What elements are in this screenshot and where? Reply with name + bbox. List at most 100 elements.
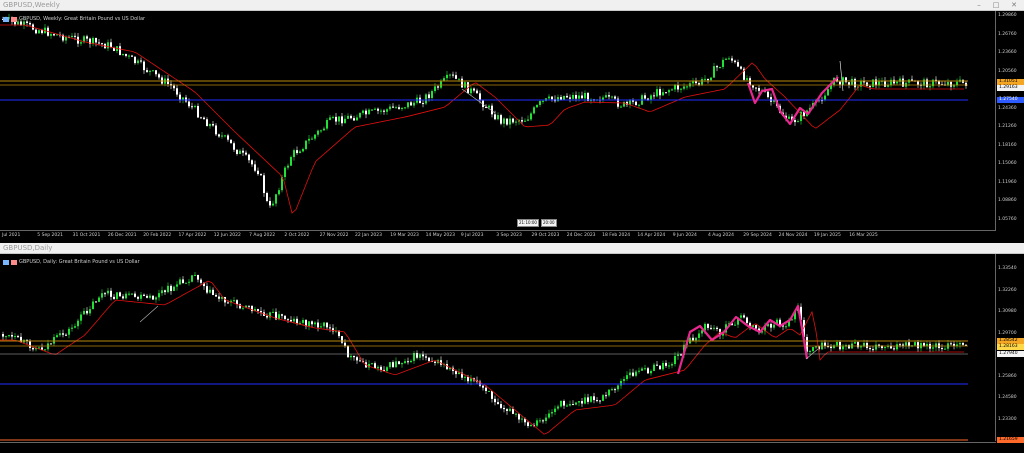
candle: [98, 297, 100, 302]
candle: [725, 58, 727, 60]
candle: [674, 84, 676, 90]
candle: [119, 46, 121, 55]
candle: [707, 323, 709, 328]
time-label: 3 Sep 2023: [496, 233, 522, 238]
candle: [752, 85, 754, 88]
candle: [518, 413, 520, 420]
candle: [314, 322, 316, 325]
candle: [509, 118, 511, 125]
candle: [80, 42, 82, 44]
candle: [659, 365, 661, 370]
price-label: 1.15060: [998, 161, 1017, 166]
weekly-candlestick-plot[interactable]: [0, 11, 996, 231]
candle: [287, 319, 289, 321]
candle: [131, 293, 133, 295]
candle: [572, 404, 574, 406]
time-label: 19 Mar 2023: [390, 233, 419, 238]
daily-symbol-label: GBPUSD, Daily: Great Britain Pound vs US…: [3, 259, 140, 265]
candle: [182, 279, 184, 284]
price-label: 1.26760: [998, 31, 1017, 37]
candle: [146, 70, 148, 72]
candle: [488, 105, 490, 108]
candle: [794, 120, 796, 123]
candle: [215, 295, 217, 297]
candle: [260, 174, 262, 176]
candle: [584, 92, 586, 99]
candle: [632, 372, 634, 376]
candle: [356, 357, 358, 361]
candle: [950, 343, 952, 345]
daily-time-scale[interactable]: [0, 442, 996, 453]
candle: [143, 294, 145, 296]
candle: [227, 135, 229, 140]
candle: [131, 55, 133, 57]
candle: [212, 289, 214, 296]
candle: [563, 400, 565, 406]
candle: [548, 96, 550, 99]
weekly-price-scale[interactable]: 1.29860 1.26760 1.23660 1.20560 1.27540 1.243…: [995, 11, 1024, 231]
candle: [902, 344, 904, 346]
minimize-icon[interactable]: –: [973, 0, 985, 10]
candle: [326, 322, 328, 328]
maximize-icon[interactable]: □: [990, 0, 1002, 10]
candle: [809, 351, 811, 353]
candle: [29, 340, 31, 348]
time-flag: 20:00: [541, 219, 557, 227]
candle: [320, 326, 322, 328]
candle: [71, 327, 73, 329]
candle: [329, 117, 331, 121]
candle: [341, 116, 343, 124]
candle: [176, 284, 178, 287]
candle: [290, 156, 292, 166]
daily-candlestick-plot[interactable]: [0, 254, 996, 441]
candle: [176, 88, 178, 95]
weekly-symbol-label: GBPUSD, Weekly: Great Britain Pound vs U…: [3, 16, 145, 22]
candle: [899, 344, 901, 346]
candle: [224, 135, 226, 137]
close-icon[interactable]: ✕: [1008, 0, 1020, 10]
candle: [53, 34, 55, 36]
candle: [335, 116, 337, 122]
price-tag: 1.28163: [997, 344, 1024, 350]
candle: [854, 78, 856, 88]
candle: [875, 344, 877, 350]
candle: [194, 105, 196, 107]
candle: [323, 322, 325, 327]
candle: [638, 104, 640, 106]
time-label: 5 Sep 2021: [37, 233, 63, 238]
candle: [125, 53, 127, 56]
daily-price-scale[interactable]: 1.335401.322601.309801.297001.271401.258…: [995, 254, 1024, 443]
candle: [374, 363, 376, 369]
candle: [167, 285, 169, 293]
candle: [257, 309, 259, 312]
time-label: 18 Feb 2024: [602, 233, 631, 238]
weekly-time-scale[interactable]: Jul 2021 5 Sep 2021 31 Oct 2021 26 Dec 2021…: [0, 230, 996, 241]
candle: [656, 364, 658, 366]
weekly-title-bar[interactable]: GBPUSD,Weekly – □ ✕: [0, 0, 1024, 11]
candle: [308, 138, 310, 141]
candle: [269, 200, 271, 206]
candle: [701, 79, 703, 85]
daily-chart-window[interactable]: GBPUSD,Daily GBPUSD, Daily: Great Britai…: [0, 243, 1024, 453]
candle: [707, 78, 709, 81]
candle: [413, 102, 415, 106]
candle: [887, 85, 889, 87]
candle: [425, 94, 427, 104]
weekly-chart-window[interactable]: GBPUSD,Weekly – □ ✕ GBPUSD, Weekly: Grea…: [0, 0, 1024, 243]
daily-title-bar[interactable]: GBPUSD,Daily: [0, 243, 1024, 254]
candle: [14, 336, 16, 338]
candle: [119, 292, 121, 297]
candle: [425, 356, 427, 358]
candle: [566, 95, 568, 98]
candle: [293, 318, 295, 322]
candle: [113, 296, 115, 299]
candle: [230, 139, 232, 144]
candle: [305, 140, 307, 149]
candle: [605, 395, 607, 397]
candle: [521, 120, 523, 122]
candle: [287, 165, 289, 168]
candle: [869, 86, 871, 88]
weekly-window-title: GBPUSD,Weekly: [3, 1, 60, 9]
trend-line: [461, 88, 496, 114]
candle: [242, 307, 244, 309]
